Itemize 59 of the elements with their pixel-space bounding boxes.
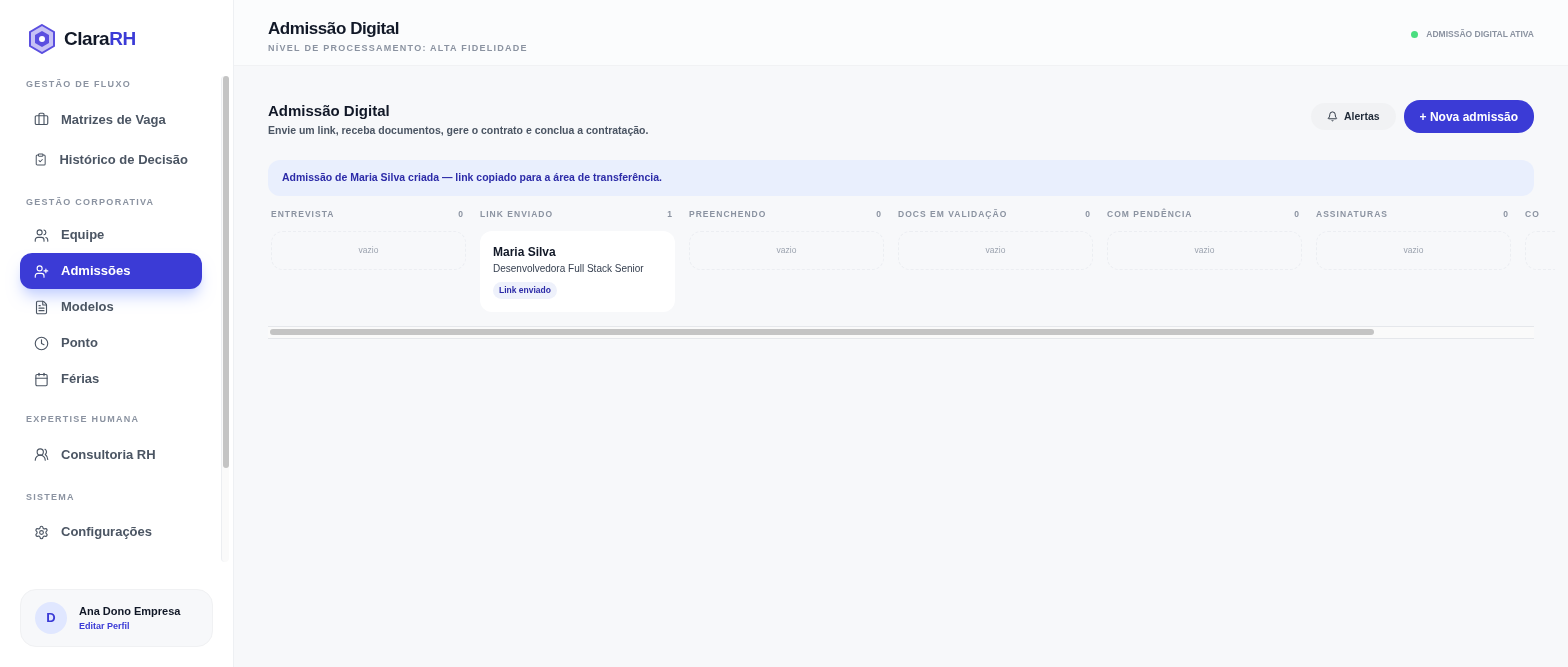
empty-slot: vazio	[271, 230, 466, 270]
column-title: DOCS EM VALIDAÇÃO	[898, 208, 1008, 221]
document-icon	[34, 299, 49, 315]
empty-slot: vazio	[1316, 230, 1511, 270]
section-heading: EXPERTISE HUMANA	[25, 413, 141, 426]
column-count: 0	[876, 208, 881, 221]
candidate-role: Desenvolvedora Full Stack Senior	[493, 261, 645, 276]
nav-item[interactable]: Ponto	[20, 325, 202, 361]
column-title: COM PENDÊNCIA	[1107, 208, 1193, 221]
clock-icon	[34, 335, 49, 351]
header-subtitle: NÍVEL DE PROCESSAMENTO: ALTA FIDELIDADE	[268, 41, 528, 55]
hexagon-logo-icon	[28, 24, 56, 54]
status-label: ADMISSÃO DIGITAL ATIVA	[1426, 28, 1534, 41]
nav-item[interactable]: Modelos	[20, 289, 202, 325]
brand-name: ClaraRH	[64, 26, 136, 51]
column-title: ASSINATURAS	[1316, 208, 1388, 221]
nav-item[interactable]: Matrizes de Vaga	[20, 99, 202, 140]
column-title: PREENCHENDO	[689, 208, 767, 221]
nav-item[interactable]: Consultoria RH	[20, 434, 202, 475]
user-plus-icon	[34, 263, 49, 279]
column-count: 1	[667, 208, 672, 221]
nav-item[interactable]: Configurações	[20, 512, 202, 552]
briefcase-icon	[34, 112, 49, 127]
column-count: 0	[1294, 208, 1299, 221]
page-title: Admissão Digital	[268, 101, 391, 121]
empty-slot: vazio	[1107, 230, 1302, 270]
column-count: 0	[1503, 208, 1508, 221]
users-icon	[34, 227, 49, 243]
user-card[interactable]: D Ana Dono Empresa Editar Perfil	[20, 589, 213, 647]
user-name: Ana Dono Empresa	[79, 604, 181, 619]
avatar: D	[35, 602, 67, 634]
column-title: CO	[1525, 208, 1540, 221]
column-count: 0	[1085, 208, 1090, 221]
empty-slot: vazio	[898, 230, 1093, 270]
settings-icon	[34, 524, 49, 540]
calendar-icon	[34, 371, 49, 387]
column-title: LINK ENVIADO	[480, 208, 554, 221]
group-icon	[34, 447, 49, 462]
nav-item[interactable]: Equipe	[20, 217, 202, 253]
bell-icon	[1327, 111, 1338, 122]
section-heading: GESTÃO CORPORATIVA	[25, 195, 156, 209]
column-count: 0	[458, 208, 463, 221]
new-admission-button[interactable]: + Nova admissão	[1403, 100, 1534, 133]
nav-item[interactable]: Admissões	[20, 253, 202, 289]
column-title: ENTREVISTA	[271, 208, 335, 221]
header-title: Admissão Digital	[268, 18, 401, 40]
nav-item[interactable]: Férias	[20, 361, 202, 397]
notice-banner: Admissão de Maria Silva criada — link copiado para a área de transferência.	[268, 160, 1534, 196]
section-heading: GESTÃO DE FLUXO	[25, 78, 132, 91]
candidate-name: Maria Silva	[493, 243, 557, 261]
alerts-button[interactable]: Alertas	[1311, 103, 1396, 130]
page-description: Envie um link, receba documentos, gere o contrato e conclua a contratação.	[268, 122, 649, 138]
nav-item[interactable]: Histórico de Decisão	[20, 139, 202, 180]
section-heading: SISTEMA	[25, 490, 76, 504]
edit-profile-link[interactable]: Editar Perfil	[79, 619, 181, 633]
empty-slot: vazio	[689, 230, 884, 270]
clipboard-icon	[34, 152, 48, 167]
status-tag: Link enviado	[493, 281, 557, 299]
candidate-card[interactable]: Maria Silva Desenvolvedora Full Stack Senior Link enviado	[480, 230, 675, 312]
